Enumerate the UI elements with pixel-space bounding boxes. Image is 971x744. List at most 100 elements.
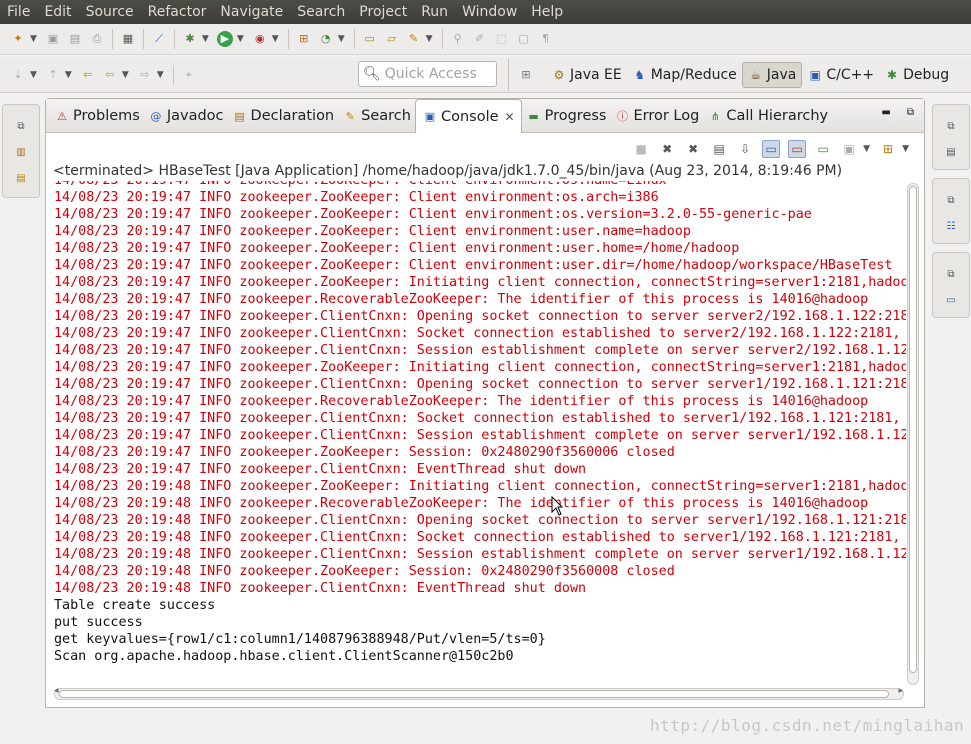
display-console-dropdown-icon[interactable]: ▼ [863, 144, 870, 154]
forward-icon[interactable]: ⇨ [137, 67, 153, 83]
tab-progress[interactable]: ▬ Progress [522, 100, 611, 132]
debug-dropdown-icon[interactable]: ▼ [202, 34, 209, 44]
new-icon[interactable]: ✦ [10, 31, 26, 47]
problems-icon: ⚠ [57, 109, 67, 123]
restore-icon[interactable]: ⧉ [13, 118, 29, 134]
show-on-stdout-icon[interactable]: ▭ [762, 140, 781, 158]
menu-help[interactable]: Help [524, 0, 570, 24]
tab-console[interactable]: ▣ Console ✕ [414, 99, 522, 133]
open-type-icon[interactable]: ▭ [362, 31, 378, 47]
annotation-next-icon[interactable]: ⚲ [450, 31, 466, 47]
new-package-icon[interactable]: ⊞ [296, 31, 312, 47]
menu-refactor[interactable]: Refactor [141, 0, 214, 24]
skip-breakpoints-icon[interactable]: ⟋ [151, 31, 167, 47]
menu-project[interactable]: Project [352, 0, 414, 24]
perspective-map-reduce[interactable]: ♞ Map/Reduce [627, 62, 742, 88]
show-on-stderr-icon[interactable]: ▭ [788, 140, 807, 158]
external-tools-dropdown-icon[interactable]: ▼ [272, 34, 279, 44]
quick-access-field[interactable]: 🔍︎ Quick Access [358, 61, 497, 87]
tab-declaration[interactable]: ▤ Declaration [228, 100, 339, 132]
editor-area-icon[interactable]: ▭ [943, 292, 959, 308]
restore-icon[interactable]: ⧉ [943, 118, 959, 134]
run-dropdown-icon[interactable]: ▼ [237, 34, 244, 44]
menu-search[interactable]: Search [290, 0, 352, 24]
external-tools-icon[interactable]: ◉ [252, 31, 268, 47]
menu-navigate[interactable]: Navigate [213, 0, 290, 24]
pin-editor-icon[interactable]: ⌖ [181, 67, 197, 83]
prev-annotation-dropdown-icon[interactable]: ▼ [65, 70, 72, 80]
open-console-dropdown-icon[interactable]: ▼ [902, 144, 909, 154]
search-dropdown-icon[interactable]: ▼ [426, 34, 433, 44]
next-annotation-dropdown-icon[interactable]: ▼ [30, 70, 37, 80]
tab-call-hierarchy[interactable]: ⋔ Call Hierarchy [703, 100, 832, 132]
remove-launch-icon[interactable]: ✖ [658, 140, 676, 158]
remove-all-terminated-icon[interactable]: ✖ [684, 140, 702, 158]
run-icon[interactable]: ▶ [216, 31, 233, 47]
last-edit-icon[interactable]: ⇐ [80, 67, 96, 83]
open-perspective-icon[interactable]: ⊞ [518, 67, 534, 83]
back-icon[interactable]: ⇦ [102, 67, 118, 83]
terminate-icon[interactable]: ■ [632, 140, 650, 158]
open-folder-icon[interactable]: ▱ [384, 31, 400, 47]
debug-run-icon[interactable]: ✱ [182, 31, 198, 47]
search-wand-icon[interactable]: ✎ [406, 31, 422, 47]
tab-problems[interactable]: ⚠ Problems [50, 100, 144, 132]
hierarchy-icon[interactable]: ▤ [13, 170, 29, 186]
scroll-left-icon[interactable]: ◂ [54, 686, 59, 696]
save-all-icon[interactable]: ▤ [67, 31, 83, 47]
package-explorer-icon[interactable]: ▥ [13, 144, 29, 160]
horizontal-scroll-thumb[interactable] [59, 690, 889, 698]
new-class-dropdown-icon[interactable]: ▼ [338, 34, 345, 44]
forward-dropdown-icon[interactable]: ▼ [157, 70, 164, 80]
perspective-label: Map/Reduce [650, 67, 737, 83]
print-icon[interactable]: ⎙ [89, 31, 105, 47]
prev-annotation-icon[interactable]: ⇡ [45, 67, 61, 83]
pin-console-icon[interactable]: ▭ [814, 140, 832, 158]
tab-error-log[interactable]: ⓘ Error Log [610, 100, 703, 132]
perspective-java[interactable]: ☕ Java [741, 62, 803, 88]
console-output[interactable]: 14/08/23 20:19:47 INFO zookeeper.ZooKeep… [54, 181, 906, 686]
scroll-lock-icon[interactable]: ⇩ [736, 140, 754, 158]
open-console-icon[interactable]: ⊞ [879, 140, 897, 158]
new-dropdown-icon[interactable]: ▼ [30, 34, 37, 44]
show-whitespace-icon[interactable]: ¶ [538, 31, 554, 47]
perspective-cpp[interactable]: ▣ C/C++ [802, 62, 879, 88]
menu-file[interactable]: File [0, 0, 37, 24]
tab-search[interactable]: ✎ Search [338, 100, 415, 132]
pin-icon[interactable]: ✐ [472, 31, 488, 47]
back-dropdown-icon[interactable]: ▼ [122, 70, 129, 80]
restore-icon[interactable]: ⧉ [943, 192, 959, 208]
menu-run[interactable]: Run [414, 0, 455, 24]
scroll-right-icon[interactable]: ▸ [898, 686, 903, 696]
binary-icon[interactable]: ▦ [120, 31, 136, 47]
toggle-mark-icon[interactable]: ⬚ [494, 31, 510, 47]
restore-icon[interactable]: ⧉ [943, 266, 959, 282]
block-selection-icon[interactable]: ▢ [516, 31, 532, 47]
vertical-scrollbar[interactable] [907, 183, 919, 685]
perspective-label: Java EE [570, 67, 622, 83]
horizontal-scrollbar[interactable]: ◂ ▸ [54, 686, 904, 700]
console-stderr-line: 14/08/23 20:19:47 INFO zookeeper.ZooKeep… [54, 360, 906, 375]
new-class-icon[interactable]: ◔ [318, 31, 334, 47]
close-icon[interactable]: ✕ [505, 110, 515, 124]
next-annotation-icon[interactable]: ⇣ [10, 67, 26, 83]
search-icon: ✎ [345, 109, 355, 123]
main-toolbar: ✦ ▼ ▣ ▤ ⎙ ▦ ⟋ ✱ ▼ ▶ ▼ ◉ ▼ ⊞ ◔ ▼ ▭ ▱ ✎ ▼ ⚲ ✐ ⬚ … [0, 24, 971, 55]
outline-icon[interactable]: ▤ [943, 144, 959, 160]
menu-source[interactable]: Source [79, 0, 141, 24]
menu-edit[interactable]: Edit [37, 0, 78, 24]
perspective-java-ee[interactable]: ⚙ Java EE [546, 62, 627, 88]
clear-console-icon[interactable]: ▤ [710, 140, 728, 158]
console-stderr-line: 14/08/23 20:19:48 INFO zookeeper.Recover… [54, 496, 869, 511]
maximize-icon[interactable]: ⧉ [907, 107, 914, 118]
save-icon[interactable]: ▣ [45, 31, 61, 47]
minimize-icon[interactable]: ▬ [881, 107, 890, 118]
vertical-scroll-thumb[interactable] [909, 186, 917, 673]
console-stderr-line: 14/08/23 20:19:47 INFO zookeeper.ClientC… [54, 462, 587, 477]
menu-window[interactable]: Window [455, 0, 524, 24]
task-list-icon[interactable]: ☷ [943, 218, 959, 234]
display-console-icon[interactable]: ▣ [840, 140, 858, 158]
perspective-debug[interactable]: ✱ Debug [879, 62, 954, 88]
search-icon: 🔍︎ [363, 66, 381, 82]
tab-javadoc[interactable]: @ Javadoc [144, 100, 228, 132]
